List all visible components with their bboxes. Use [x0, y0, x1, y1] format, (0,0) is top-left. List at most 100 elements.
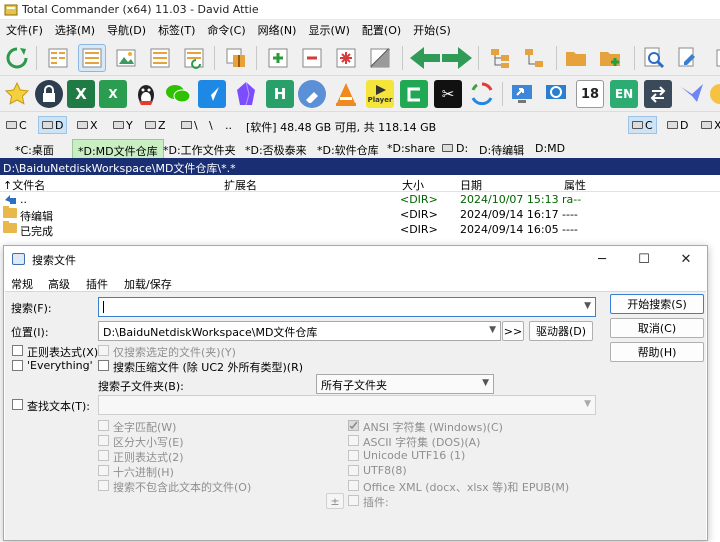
file-row[interactable]: 待编辑 <DIR> 2024/09/14 16:17 ----: [0, 206, 720, 223]
tab-software[interactable]: *D:软件仓库: [312, 139, 384, 158]
cancel-button[interactable]: 取消(C): [610, 318, 704, 338]
utf16-checkbox[interactable]: [348, 450, 359, 461]
multi-rename-icon[interactable]: [674, 44, 702, 72]
archives-checkbox[interactable]: [98, 360, 109, 371]
utf8-checkbox[interactable]: [348, 465, 359, 476]
brief-view-icon[interactable]: [44, 44, 72, 72]
sync-view-icon[interactable]: [180, 44, 208, 72]
menu-start[interactable]: 开始(S): [407, 20, 457, 40]
menu-network[interactable]: 网络(N): [252, 20, 303, 40]
column-ext[interactable]: 扩展名: [224, 177, 257, 193]
browse-arrows-button[interactable]: >>: [502, 321, 524, 341]
folder-icon[interactable]: [562, 44, 590, 72]
menu-file[interactable]: 文件(F): [0, 20, 49, 40]
ansi-checkbox[interactable]: [348, 420, 359, 431]
camtasia-icon[interactable]: [400, 80, 428, 108]
right-drive-c-button[interactable]: C: [628, 116, 657, 134]
menu-show[interactable]: 显示(W): [302, 20, 355, 40]
ascii-checkbox[interactable]: [348, 435, 359, 446]
forward-arrow-icon[interactable]: [440, 44, 474, 72]
root-button[interactable]: \: [206, 116, 216, 134]
remote-desktop-icon[interactable]: [508, 80, 536, 108]
select-all-icon[interactable]: [332, 44, 360, 72]
chevron-down-icon[interactable]: ▼: [584, 399, 591, 409]
drive-d-button[interactable]: D: [38, 116, 68, 134]
calendar-icon[interactable]: 18: [576, 80, 604, 108]
help-button[interactable]: 帮助(H): [610, 342, 704, 362]
tab-advanced[interactable]: 高级: [48, 276, 70, 292]
right-drive-x-button[interactable]: X: [698, 116, 720, 134]
sync-app-icon[interactable]: [468, 80, 496, 108]
drive-c-button[interactable]: C: [3, 116, 30, 134]
whole-word-checkbox[interactable]: [98, 420, 109, 431]
menu-tabs[interactable]: 标签(T): [152, 20, 201, 40]
chevron-down-icon[interactable]: ▼: [584, 301, 591, 311]
column-attr[interactable]: 属性: [564, 177, 586, 193]
thumbnail-view-icon[interactable]: [112, 44, 140, 72]
menu-navigate[interactable]: 导航(D): [101, 20, 152, 40]
chevron-down-icon[interactable]: ▼: [489, 325, 496, 335]
compare-dirs-icon[interactable]: [520, 44, 548, 72]
back-arrow-icon[interactable]: [408, 44, 442, 72]
column-name[interactable]: ↑文件名: [3, 177, 45, 193]
wechat-icon[interactable]: [164, 80, 192, 108]
qq-penguin-icon[interactable]: [132, 80, 160, 108]
tab-d-root[interactable]: D:: [440, 139, 473, 158]
regex-checkbox[interactable]: [12, 345, 23, 356]
star-icon[interactable]: [3, 80, 31, 108]
full-view-icon[interactable]: [78, 44, 106, 72]
menu-select[interactable]: 选择(M): [49, 20, 101, 40]
potplayer-icon[interactable]: Player: [366, 80, 394, 108]
parent-button[interactable]: ..: [222, 116, 235, 134]
search-input[interactable]: ▼: [98, 297, 596, 317]
menu-commands[interactable]: 命令(C): [201, 20, 251, 40]
tool-app-icon[interactable]: [298, 80, 326, 108]
h-app-icon[interactable]: H: [266, 80, 294, 108]
tab-desktop[interactable]: *C:桌面: [10, 139, 59, 158]
location-input[interactable]: D:\BaiduNetdiskWorkspace\MD文件仓库 ▼: [98, 321, 501, 341]
current-path[interactable]: D:\BaiduNetdiskWorkspace\MD文件仓库\*.*: [0, 158, 720, 175]
tab-pijitailai[interactable]: *D:否极泰来: [240, 139, 312, 158]
case-sensitive-checkbox[interactable]: [98, 435, 109, 446]
excel-file-icon[interactable]: X: [99, 80, 127, 108]
text-input[interactable]: ▼: [98, 395, 596, 415]
bird-app-icon[interactable]: [678, 80, 706, 108]
drive-x-button[interactable]: X: [74, 116, 101, 134]
invert-select-icon[interactable]: [366, 44, 394, 72]
menu-config[interactable]: 配置(O): [356, 20, 407, 40]
obsidian-icon[interactable]: [232, 80, 260, 108]
not-containing-checkbox[interactable]: [98, 480, 109, 491]
find-text-checkbox[interactable]: [12, 399, 23, 410]
capcut-icon[interactable]: ✂: [434, 80, 462, 108]
plus-select-icon[interactable]: [264, 44, 292, 72]
tree-view-icon[interactable]: [146, 44, 174, 72]
network-tree-icon[interactable]: [486, 44, 514, 72]
tab-to-edit[interactable]: D:待编辑: [474, 139, 529, 158]
file-row[interactable]: .. <DIR> 2024/10/07 15:13 ra--: [0, 192, 720, 207]
tab-md-repo[interactable]: *D:MD文件仓库: [72, 139, 164, 158]
feishu-icon[interactable]: [198, 80, 226, 108]
new-folder-icon[interactable]: [596, 44, 624, 72]
start-search-button[interactable]: 开始搜索(S): [610, 294, 704, 314]
only-selected-checkbox[interactable]: [98, 345, 109, 356]
right-drive-d-button[interactable]: D: [664, 116, 691, 134]
maximize-icon[interactable]: ☐: [624, 248, 664, 270]
config-icon[interactable]: [708, 44, 720, 72]
drive-z-button[interactable]: Z: [142, 116, 169, 134]
swap-app-icon[interactable]: [644, 80, 672, 108]
text-regex-checkbox[interactable]: [98, 450, 109, 461]
drives-button[interactable]: 驱动器(D): [529, 321, 593, 341]
column-size[interactable]: 大小: [402, 177, 424, 193]
hex-checkbox[interactable]: [98, 465, 109, 476]
minimize-icon[interactable]: ─: [582, 248, 622, 270]
globe-app-icon[interactable]: [542, 80, 570, 108]
refresh-icon[interactable]: [3, 44, 31, 72]
column-date[interactable]: 日期: [460, 177, 482, 193]
tab-d-md[interactable]: D:MD: [530, 139, 570, 158]
tab-share[interactable]: *D:share: [382, 139, 440, 158]
tab-plugins[interactable]: 插件: [86, 276, 108, 292]
excel-icon[interactable]: X: [67, 80, 95, 108]
tab-general[interactable]: 常规: [11, 276, 33, 292]
tab-work-folder[interactable]: *D:工作文件夹: [158, 139, 241, 158]
plus-minus-button[interactable]: ±: [326, 493, 344, 509]
